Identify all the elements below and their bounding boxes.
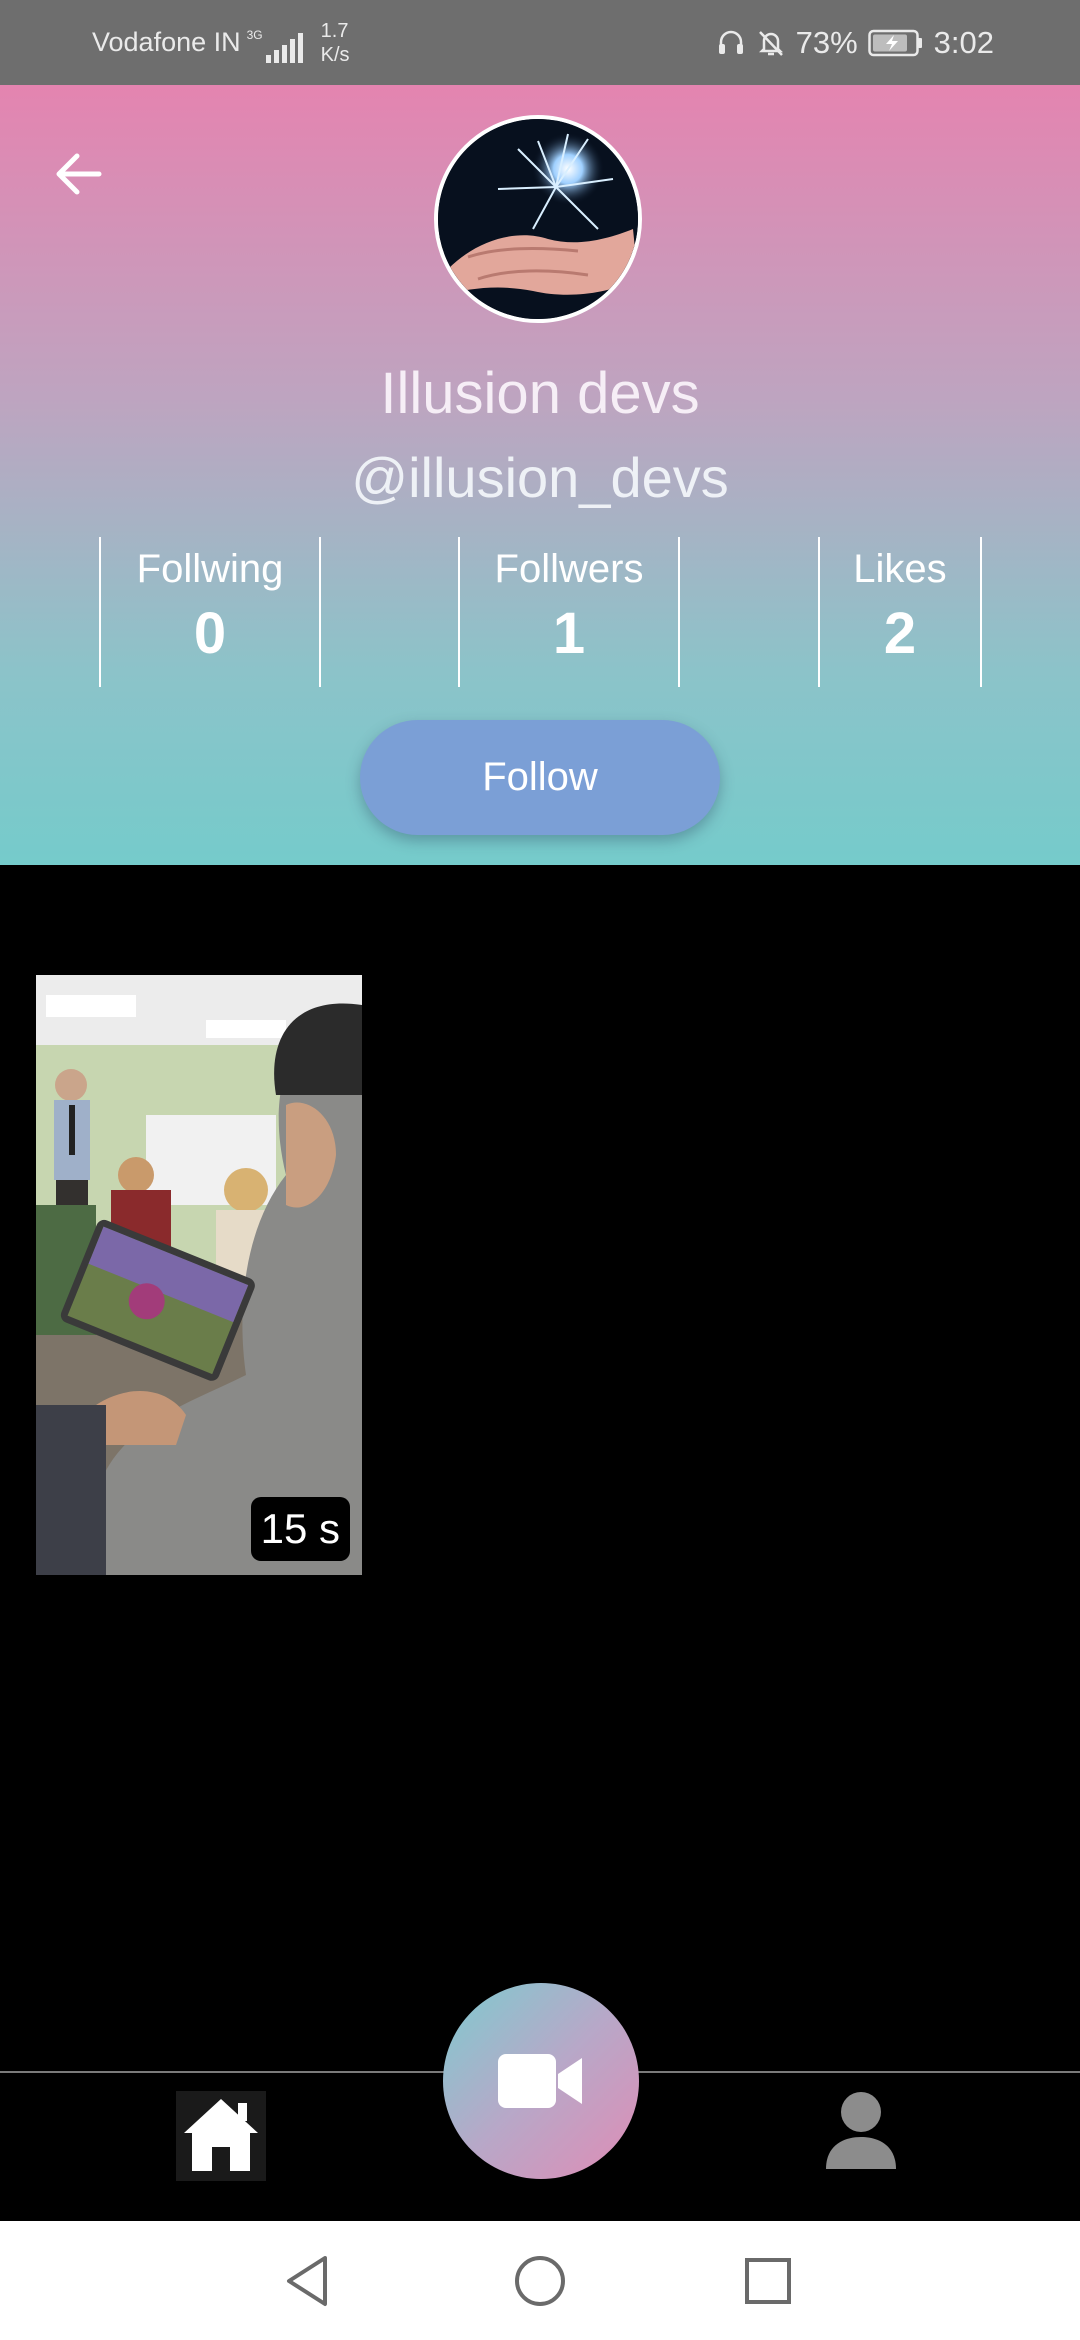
username: @illusion_devs: [351, 446, 729, 509]
stat-value: 1: [552, 601, 586, 666]
network-type: 3G: [246, 27, 263, 42]
stat-label: Follwers: [494, 547, 644, 591]
network-speed: 1.7 K/s: [321, 19, 350, 67]
battery-charging-icon: [867, 29, 924, 57]
home-icon: [176, 2091, 266, 2181]
home-circle-icon: [515, 2255, 565, 2306]
net-speed-value: 1.7: [320, 19, 349, 42]
signal-indicator: 3G: [247, 23, 303, 63]
notifications-off-icon: [756, 28, 786, 58]
recents-square-icon: [745, 2257, 791, 2304]
nav-profile-button[interactable]: [818, 2087, 904, 2173]
app-root: Vodafone IN 3G 1.7 K/s 73% 3:02 Illusion…: [0, 0, 1080, 2340]
video-thumbnail-image: [36, 975, 362, 1575]
system-home-button[interactable]: [490, 2221, 590, 2340]
display-name: Illusion devs: [380, 361, 700, 426]
avatar-image: [438, 119, 638, 319]
video-duration-badge: 15 s: [250, 1497, 350, 1561]
system-navigation-bar: [0, 2221, 1080, 2340]
nav-home-button[interactable]: [176, 2091, 266, 2181]
stat-value: 2: [883, 601, 917, 666]
carrier-name: Vodafone IN: [92, 27, 241, 57]
system-back-button[interactable]: [258, 2221, 358, 2340]
status-bar: Vodafone IN 3G 1.7 K/s 73% 3:02: [0, 0, 1080, 85]
arrow-back-icon: [56, 153, 102, 195]
stat-value: 0: [193, 601, 227, 666]
stat-likes[interactable]: Likes 2: [818, 537, 982, 687]
stat-label: Follwing: [136, 547, 284, 591]
stat-following[interactable]: Follwing 0: [99, 537, 321, 687]
clock: 3:02: [933, 24, 994, 60]
net-speed-unit: K/s: [320, 43, 350, 66]
video-thumbnail[interactable]: 15 s: [36, 975, 362, 1575]
back-triangle-icon: [287, 2255, 327, 2306]
back-button[interactable]: [40, 135, 118, 213]
follow-button[interactable]: Follow: [360, 720, 720, 835]
video-camera-icon: [498, 2054, 582, 2108]
battery-percent: 73%: [795, 24, 858, 60]
signal-bars-icon: [265, 32, 303, 63]
status-left: Vodafone IN 3G 1.7 K/s: [92, 0, 350, 85]
avatar[interactable]: [434, 115, 642, 323]
stat-label: Likes: [853, 547, 947, 591]
status-right: 73% 3:02: [716, 0, 994, 85]
profile-icon: [826, 2092, 896, 2169]
system-recents-button[interactable]: [718, 2221, 818, 2340]
record-video-button[interactable]: [443, 1983, 639, 2179]
profile-header: Illusion devs @illusion_devs Follwing 0 …: [0, 85, 1080, 865]
stat-followers[interactable]: Follwers 1: [458, 537, 680, 687]
headphones-icon: [716, 28, 746, 58]
